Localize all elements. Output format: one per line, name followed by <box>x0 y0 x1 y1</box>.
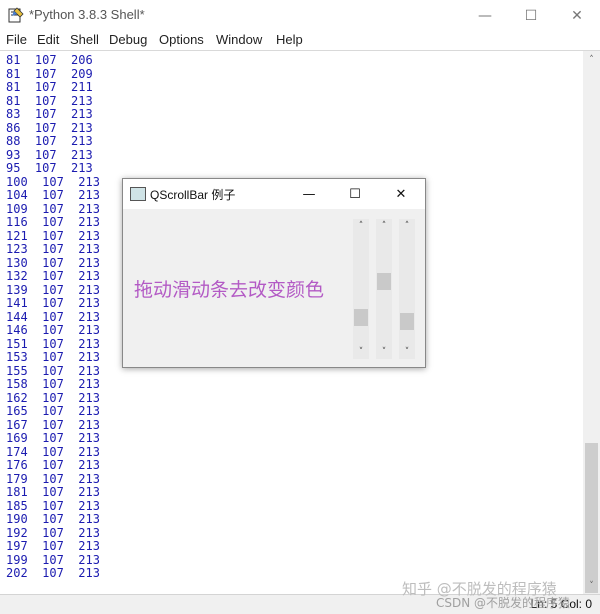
output-line: 93 107 213 <box>6 147 93 162</box>
output-line: 202 107 213 <box>6 566 100 580</box>
output-line: 199 107 213 <box>6 552 100 567</box>
dialog-title-bar[interactable]: QScrollBar 例子 — ☐ ✕ <box>123 179 425 209</box>
output-line: 109 107 213 <box>6 201 100 216</box>
watermark-csdn: CSDN @不脱发的程序猿 <box>436 596 571 610</box>
output-line: 174 107 213 <box>6 444 100 459</box>
menu-edit[interactable]: Edit <box>37 32 59 47</box>
close-button[interactable]: ✕ <box>554 0 600 31</box>
scrollbar-blue[interactable]: ˄ ˅ <box>399 219 415 359</box>
output-line: 185 107 213 <box>6 498 100 513</box>
output-line: 123 107 213 <box>6 242 100 256</box>
scrollbar-up-arrow-icon[interactable]: ˄ <box>353 219 369 233</box>
output-line: 104 107 213 <box>6 188 100 202</box>
output-line: 169 107 213 <box>6 431 100 445</box>
output-line: 141 107 213 <box>6 296 100 310</box>
output-line: 130 107 213 <box>6 255 100 270</box>
menu-options[interactable]: Options <box>159 32 204 47</box>
scrollbar-green[interactable]: ˄ ˅ <box>376 219 392 359</box>
output-line: 179 107 213 <box>6 471 100 486</box>
scrollbar-down-arrow-icon[interactable]: ˅ <box>376 345 392 359</box>
output-line: 192 107 213 <box>6 525 100 540</box>
output-line: 153 107 213 <box>6 350 100 364</box>
idle-title-bar: *Python 3.8.3 Shell* — ☐ ✕ <box>0 0 600 31</box>
window-title: *Python 3.8.3 Shell* <box>29 7 145 22</box>
output-line: 121 107 213 <box>6 228 100 243</box>
output-line: 158 107 213 <box>6 377 100 391</box>
maximize-button[interactable]: ☐ <box>508 0 554 31</box>
close-icon: ✕ <box>571 7 583 24</box>
maximize-icon: ☐ <box>524 7 538 24</box>
scroll-thumb[interactable] <box>585 443 598 593</box>
python-idle-icon <box>8 7 24 23</box>
dialog-minimize-button[interactable]: — <box>286 179 332 209</box>
maximize-icon: ☐ <box>349 186 361 202</box>
close-icon: ✕ <box>395 186 407 202</box>
output-line: 95 107 213 <box>6 161 93 175</box>
color-label: 拖动滑动条去改变颜色 <box>134 279 325 301</box>
output-line: 167 107 213 <box>6 417 100 432</box>
scrollbar-down-arrow-icon[interactable]: ˅ <box>353 345 369 359</box>
output-line: 139 107 213 <box>6 282 100 297</box>
output-line: 176 107 213 <box>6 458 100 472</box>
scrollbar-down-arrow-icon[interactable]: ˅ <box>399 345 415 359</box>
shell-vertical-scrollbar[interactable]: ˄ ˅ <box>583 51 600 594</box>
output-line: 132 107 213 <box>6 269 100 283</box>
minimize-icon: — <box>302 186 316 202</box>
output-line: 88 107 213 <box>6 134 93 148</box>
scrollbar-thumb[interactable] <box>400 312 414 330</box>
dialog-title: QScrollBar 例子 <box>150 188 236 202</box>
menu-bar: File Edit Shell Debug Options Window Hel… <box>0 31 600 50</box>
scrollbar-red[interactable]: ˄ ˅ <box>353 219 369 359</box>
scrollbar-up-arrow-icon[interactable]: ˄ <box>399 219 415 233</box>
output-line: 81 107 209 <box>6 66 93 81</box>
output-line: 146 107 213 <box>6 323 100 337</box>
output-line: 151 107 213 <box>6 336 100 351</box>
output-line: 155 107 213 <box>6 363 100 378</box>
dialog-close-button[interactable]: ✕ <box>378 179 424 209</box>
output-line: 181 107 213 <box>6 485 100 499</box>
scroll-down-arrow-icon[interactable]: ˅ <box>583 577 600 594</box>
menu-shell[interactable]: Shell <box>70 32 99 47</box>
output-line: 165 107 213 <box>6 404 100 418</box>
output-line: 83 107 213 <box>6 107 93 121</box>
scroll-up-arrow-icon[interactable]: ˄ <box>583 51 600 68</box>
output-line: 81 107 211 <box>6 80 93 94</box>
minimize-icon: — <box>478 7 492 24</box>
dialog-maximize-button[interactable]: ☐ <box>332 179 378 209</box>
output-line: 116 107 213 <box>6 215 100 229</box>
menu-window[interactable]: Window <box>216 32 262 47</box>
output-line: 100 107 213 <box>6 174 100 189</box>
output-line: 86 107 213 <box>6 120 93 135</box>
scrollbar-up-arrow-icon[interactable]: ˄ <box>376 219 392 233</box>
output-line: 144 107 213 <box>6 309 100 324</box>
menu-help[interactable]: Help <box>276 32 303 47</box>
output-line: 162 107 213 <box>6 390 100 405</box>
qscrollbar-dialog: QScrollBar 例子 — ☐ ✕ 拖动滑动条去改变颜色 ˄ ˅ ˄ ˅ ˄… <box>122 178 426 368</box>
scrollbar-thumb[interactable] <box>354 309 368 326</box>
output-line: 81 107 213 <box>6 93 93 108</box>
output-line: 190 107 213 <box>6 512 100 526</box>
output-line: 81 107 206 <box>6 53 93 67</box>
menu-debug[interactable]: Debug <box>109 32 147 47</box>
minimize-button[interactable]: — <box>462 0 508 31</box>
qt-window-icon <box>130 187 146 201</box>
output-line: 197 107 213 <box>6 539 100 553</box>
scrollbar-thumb[interactable] <box>377 272 391 290</box>
menu-file[interactable]: File <box>6 32 27 47</box>
